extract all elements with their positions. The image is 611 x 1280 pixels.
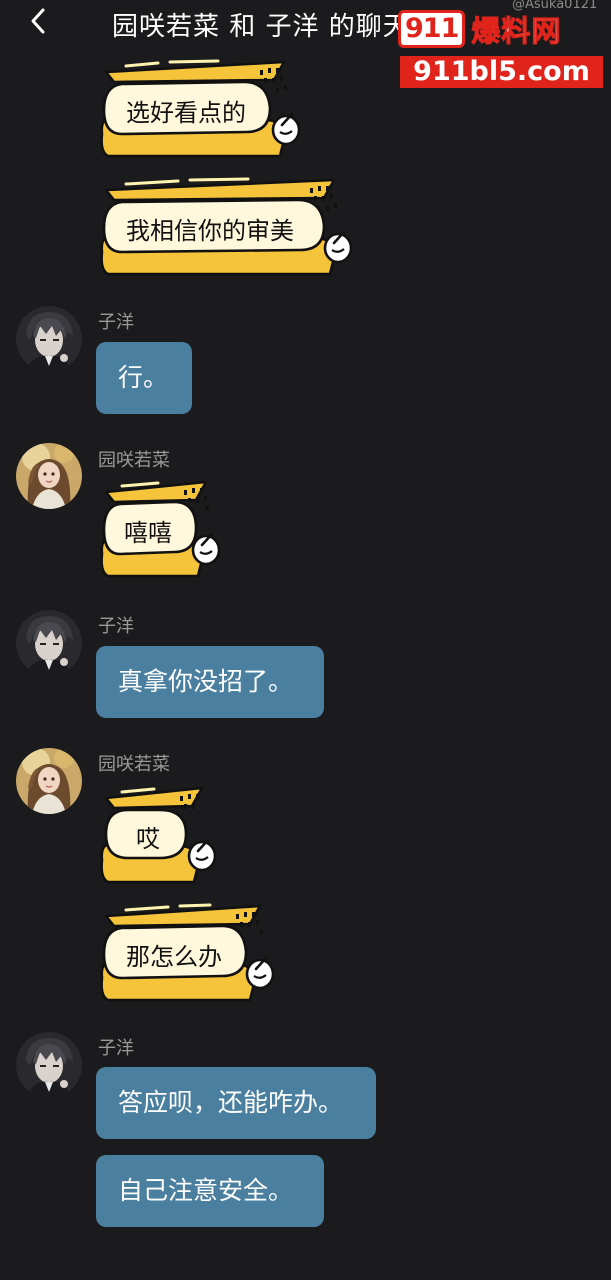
sender-name: 子洋 (98, 616, 134, 637)
sticker-bubble[interactable]: 哎 (98, 786, 220, 884)
watermark-url: 911bl5.com (400, 56, 603, 88)
sticker-text: 那怎么办 (126, 943, 222, 971)
sticker-bubble[interactable]: 那怎么办 (98, 903, 278, 1002)
avatar-ziyang[interactable] (16, 1032, 82, 1098)
avatar-yuansaki[interactable] (16, 748, 82, 814)
sticker-text: 嘻嘻 (124, 519, 172, 547)
message-bubble[interactable]: 真拿你没招了。 (96, 646, 324, 718)
sticker-text: 选好看点的 (126, 99, 246, 127)
sticker-bubble[interactable]: 我相信你的审美 (98, 177, 360, 276)
message-bubble[interactable]: 答应呗，还能咋办。 (96, 1067, 376, 1139)
sticker-bubble[interactable]: 嘻嘻 (98, 480, 226, 578)
chevron-left-icon (31, 8, 45, 34)
sticker-text: 我相信你的审美 (126, 217, 294, 245)
message-bubble[interactable]: 行。 (96, 342, 192, 414)
sender-name: 园咲若菜 (98, 450, 170, 471)
back-button[interactable] (24, 6, 54, 36)
sticker-bubble[interactable]: 选好看点的 (98, 59, 310, 158)
sender-name: 子洋 (98, 1038, 134, 1059)
watermark-logo-text: 爆料网 (471, 14, 562, 49)
sender-name: 园咲若菜 (98, 754, 170, 775)
avatar-ziyang[interactable] (16, 306, 82, 372)
watermark-logo: 911 爆料网 (398, 8, 604, 50)
sender-name: 子洋 (98, 312, 134, 333)
sticker-text: 哎 (136, 825, 160, 853)
watermark-logo-box: 911 (398, 10, 466, 48)
message-bubble[interactable]: 自己注意安全。 (96, 1155, 324, 1227)
avatar-yuansaki[interactable] (16, 443, 82, 509)
avatar-ziyang[interactable] (16, 610, 82, 676)
